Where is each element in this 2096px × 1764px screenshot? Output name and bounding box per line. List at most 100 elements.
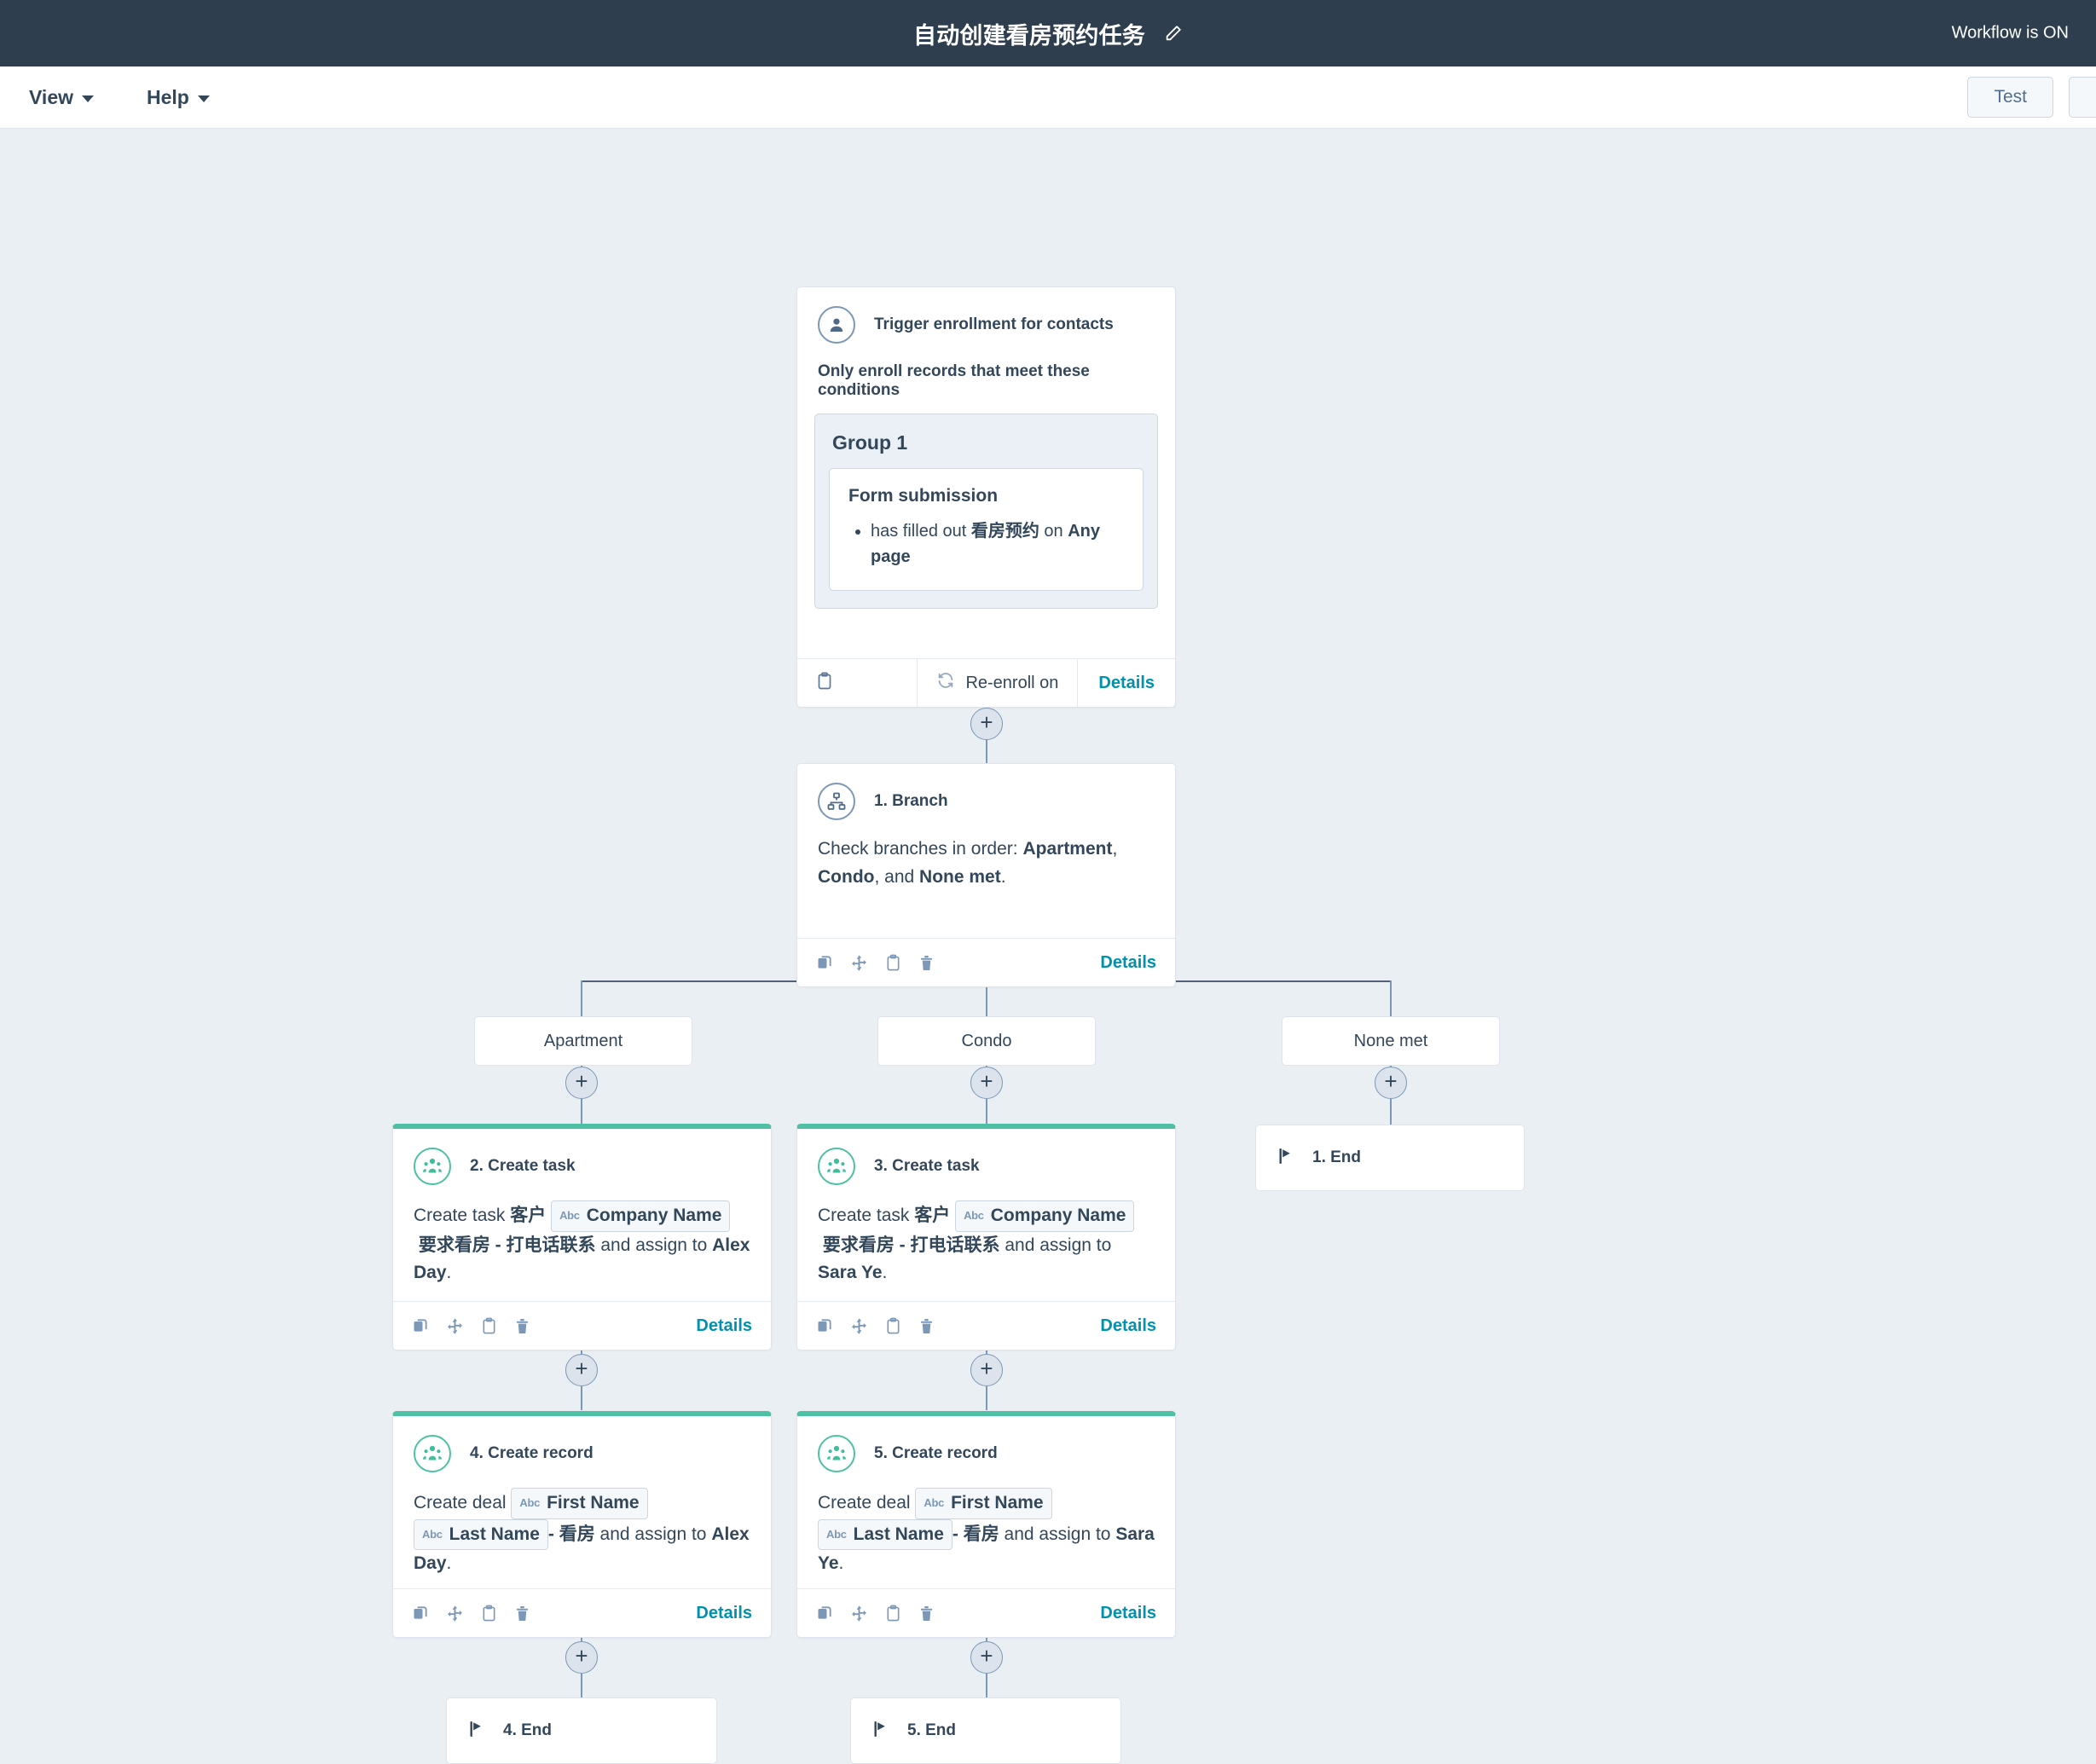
branch-details-link[interactable]: Details [1100, 953, 1156, 973]
move-icon[interactable] [850, 954, 868, 972]
add-step-button[interactable]: + [565, 1067, 598, 1099]
trash-icon[interactable] [918, 1317, 935, 1335]
step-details-link[interactable]: Details [696, 1316, 752, 1336]
create-task-icon [414, 1148, 451, 1185]
branch-text-prefix: Check branches in order: [818, 839, 1023, 859]
branch-label-none-met[interactable]: None met [1282, 1016, 1500, 1066]
trigger-note-area [797, 672, 917, 695]
move-icon[interactable] [446, 1317, 464, 1335]
property-token-first-name[interactable]: Abc First Name [511, 1488, 648, 1519]
step-card-footer: Details [393, 1588, 771, 1637]
overflow-button[interactable] [2069, 77, 2096, 118]
property-token-company-name[interactable]: Abc Company Name [551, 1200, 731, 1232]
pencil-icon[interactable] [1164, 24, 1183, 43]
chevron-down-icon [197, 95, 210, 102]
branch-name-1: Apartment [1022, 839, 1113, 859]
move-icon[interactable] [850, 1317, 868, 1335]
branch-label-text: Apartment [543, 1031, 623, 1050]
test-button[interactable]: Test [1967, 77, 2053, 118]
clipboard-icon[interactable] [816, 672, 833, 695]
step-card-header: 3. Create task [797, 1129, 1175, 1185]
branch-label-condo[interactable]: Condo [877, 1016, 1096, 1066]
chevron-down-icon [82, 95, 94, 102]
copy-icon[interactable] [412, 1605, 429, 1622]
step-details-link[interactable]: Details [1100, 1316, 1156, 1336]
refresh-icon [936, 671, 955, 695]
branch-step-card[interactable]: 1. Branch Check branches in order: Apart… [796, 763, 1176, 987]
step-card-create-task-apartment[interactable]: 2. Create task Create task 客户 Abc Company… [392, 1124, 772, 1350]
step-owner: Sara Ye [818, 1263, 883, 1283]
workflow-title-group: 自动创建看房预约任务 [0, 17, 2096, 50]
clipboard-icon[interactable] [885, 1605, 901, 1622]
add-step-button[interactable]: + [565, 1354, 598, 1386]
step-card-create-record-apartment[interactable]: 4. Create record Create deal Abc First Na… [392, 1411, 772, 1638]
reenroll-status[interactable]: Re-enroll on [917, 659, 1077, 707]
add-step-button[interactable]: + [970, 1354, 1003, 1386]
clipboard-icon[interactable] [481, 1317, 497, 1335]
trash-icon[interactable] [514, 1605, 530, 1622]
step-title: 2. Create task [470, 1157, 576, 1175]
page-title: 自动创建看房预约任务 [913, 22, 1145, 49]
add-step-button[interactable]: + [565, 1641, 598, 1674]
token-label: Company Name [586, 1206, 722, 1225]
add-step-button[interactable]: + [970, 1641, 1003, 1674]
add-step-button[interactable]: + [970, 1067, 1003, 1099]
connector-line [986, 1674, 987, 1697]
step-description: Create task 客户 Abc Company Name 要求看房 - 打电… [393, 1185, 771, 1301]
step-card-create-task-condo[interactable]: 3. Create task Create task 客户 Abc Company… [796, 1124, 1176, 1350]
property-token-last-name[interactable]: Abc Last Name [818, 1518, 952, 1551]
end-card-apartment[interactable]: 4. End [446, 1697, 717, 1764]
trigger-details-link[interactable]: Details [1098, 674, 1155, 693]
token-label: Last Name [449, 1524, 540, 1544]
token-type: Abc [826, 1527, 847, 1541]
copy-icon[interactable] [816, 1317, 833, 1334]
end-card-condo[interactable]: 5. End [850, 1697, 1121, 1764]
token-label: Last Name [853, 1524, 944, 1544]
step-text-mid: and assign to [999, 1524, 1116, 1544]
app-header: 自动创建看房预约任务 Workflow is ON [0, 0, 2096, 67]
step-period: . [446, 1263, 452, 1283]
step-description: Create deal Abc First Name Abc Last Name - … [393, 1472, 771, 1588]
branch-footer-icons [816, 954, 935, 972]
step-footer-icons [412, 1605, 530, 1622]
add-step-button[interactable]: + [970, 708, 1003, 740]
trash-icon[interactable] [918, 1605, 935, 1622]
menu-view[interactable]: View [29, 86, 94, 109]
branch-title: 1. Branch [874, 792, 948, 810]
condition-card[interactable]: Form submission has filled out 看房预约 on A… [829, 468, 1144, 591]
add-step-button[interactable]: + [1375, 1067, 1407, 1099]
move-icon[interactable] [446, 1605, 464, 1622]
step-description: Create task 客户 Abc Company Name 要求看房 - 打电… [797, 1185, 1175, 1301]
clipboard-icon[interactable] [481, 1605, 497, 1622]
step-details-link[interactable]: Details [1100, 1604, 1156, 1623]
step-card-footer: Details [797, 1301, 1175, 1350]
copy-icon[interactable] [412, 1317, 429, 1334]
connector-line [581, 980, 582, 1017]
step-text-prefix: Create task [414, 1205, 511, 1225]
connector-line [986, 739, 987, 763]
condition-form-name: 看房预约 [970, 522, 1039, 541]
branch-label-apartment[interactable]: Apartment [474, 1016, 692, 1066]
step-details-link[interactable]: Details [696, 1604, 752, 1623]
copy-icon[interactable] [816, 1605, 833, 1622]
step-card-create-record-condo[interactable]: 5. Create record Create deal Abc First Na… [796, 1411, 1176, 1638]
condition-title: Form submission [848, 486, 999, 506]
branch-sep-2: , and [874, 866, 920, 887]
move-icon[interactable] [850, 1605, 868, 1622]
step-text-prefix: Create deal [414, 1492, 512, 1512]
trash-icon[interactable] [514, 1317, 530, 1335]
step-text-mid: and assign to [999, 1235, 1112, 1255]
end-card-none-met[interactable]: 1. End [1255, 1125, 1525, 1191]
step-footer-icons [412, 1317, 530, 1335]
property-token-first-name[interactable]: Abc First Name [915, 1488, 1052, 1519]
trash-icon[interactable] [918, 954, 935, 972]
property-token-company-name[interactable]: Abc Company Name [955, 1200, 1135, 1232]
clipboard-icon[interactable] [885, 1317, 901, 1335]
branch-name-3: None met [919, 866, 1001, 887]
copy-icon[interactable] [816, 954, 833, 971]
property-token-last-name[interactable]: Abc Last Name [414, 1518, 548, 1551]
clipboard-icon[interactable] [885, 954, 901, 972]
trigger-card[interactable]: Trigger enrollment for contacts Only enr… [796, 286, 1176, 708]
menu-help[interactable]: Help [147, 86, 210, 109]
step-text-cn: - 看房 [547, 1524, 595, 1544]
